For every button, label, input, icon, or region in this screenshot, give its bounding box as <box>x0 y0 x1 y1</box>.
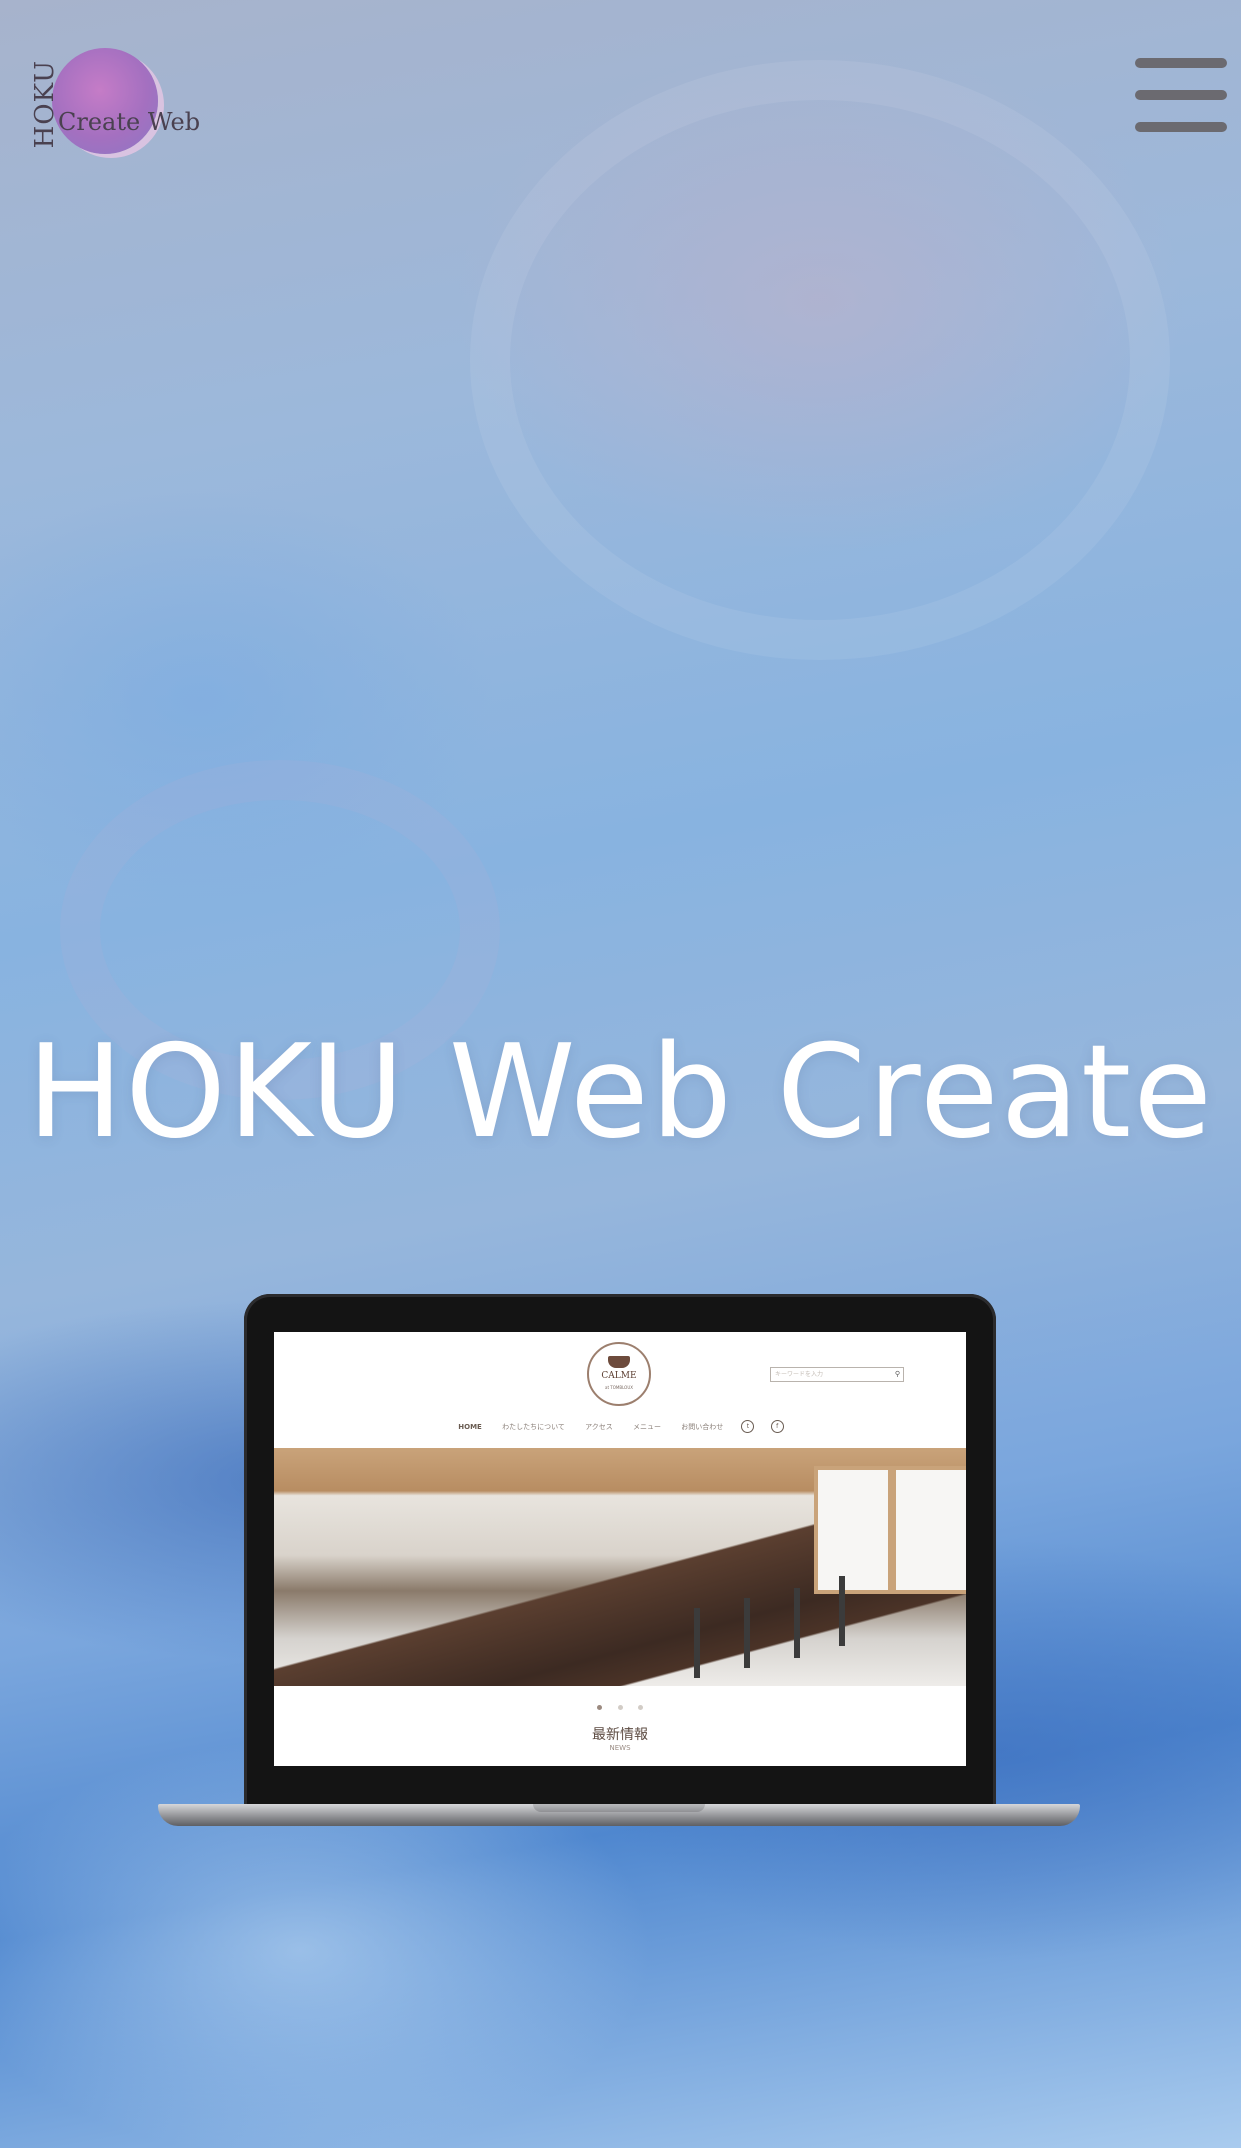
preview-search-placeholder: キーワードを入力 <box>775 1371 824 1378</box>
background-swirl <box>470 60 1170 660</box>
menu-bar <box>1135 90 1227 100</box>
preview-hero-photo <box>274 1448 966 1686</box>
preview-logo-sub: at TOMBLOUX <box>605 1385 633 1390</box>
preview-nav-item: アクセス <box>585 1422 613 1431</box>
preview-nav-item: HOME <box>458 1422 482 1431</box>
coffee-cup-icon <box>608 1356 630 1368</box>
slider-dot <box>617 1705 623 1710</box>
preview-nav-item: メニュー <box>633 1422 661 1431</box>
site-logo[interactable]: HOKU Create Web <box>30 48 200 158</box>
preview-news-sub: NEWS <box>609 1744 631 1752</box>
preview-slider-dots <box>274 1695 966 1714</box>
laptop-notch <box>533 1804 705 1812</box>
preview-logo-name: CALME <box>601 1371 637 1381</box>
preview-site-logo: CALME at TOMBLOUX <box>587 1342 651 1406</box>
preview-nav: HOME わたしたちについて アクセス メニュー お問い合わせ t f <box>274 1420 966 1433</box>
logo-circle-mark <box>52 48 158 154</box>
slider-dot <box>637 1705 643 1710</box>
photo-stool <box>794 1588 800 1658</box>
twitter-icon: t <box>741 1420 755 1433</box>
logo-horizontal-text: Create Web <box>58 108 201 136</box>
preview-search-input: キーワードを入力 ⚲ <box>770 1367 904 1382</box>
photo-stool <box>694 1608 700 1678</box>
photo-stool <box>839 1576 845 1646</box>
hamburger-menu-icon[interactable] <box>1135 58 1227 136</box>
photo-window <box>892 1466 966 1594</box>
facebook-icon: f <box>770 1420 784 1433</box>
menu-bar <box>1135 58 1227 68</box>
magnifier-icon: ⚲ <box>894 1370 900 1378</box>
slider-dot <box>597 1705 603 1710</box>
hero-title: HOKU Web Create <box>27 1018 1214 1167</box>
laptop-mockup: CALME at TOMBLOUX キーワードを入力 ⚲ HOME わたしたちに… <box>244 1294 996 1812</box>
logo-vertical-text: HOKU <box>30 60 60 149</box>
menu-bar <box>1135 122 1227 132</box>
laptop-screen: CALME at TOMBLOUX キーワードを入力 ⚲ HOME わたしたちに… <box>274 1332 966 1766</box>
photo-window <box>814 1466 892 1594</box>
preview-nav-item: お問い合わせ <box>681 1422 724 1431</box>
photo-stool <box>744 1598 750 1668</box>
preview-news-title: 最新情報 <box>592 1727 648 1743</box>
preview-nav-item: わたしたちについて <box>502 1422 565 1431</box>
